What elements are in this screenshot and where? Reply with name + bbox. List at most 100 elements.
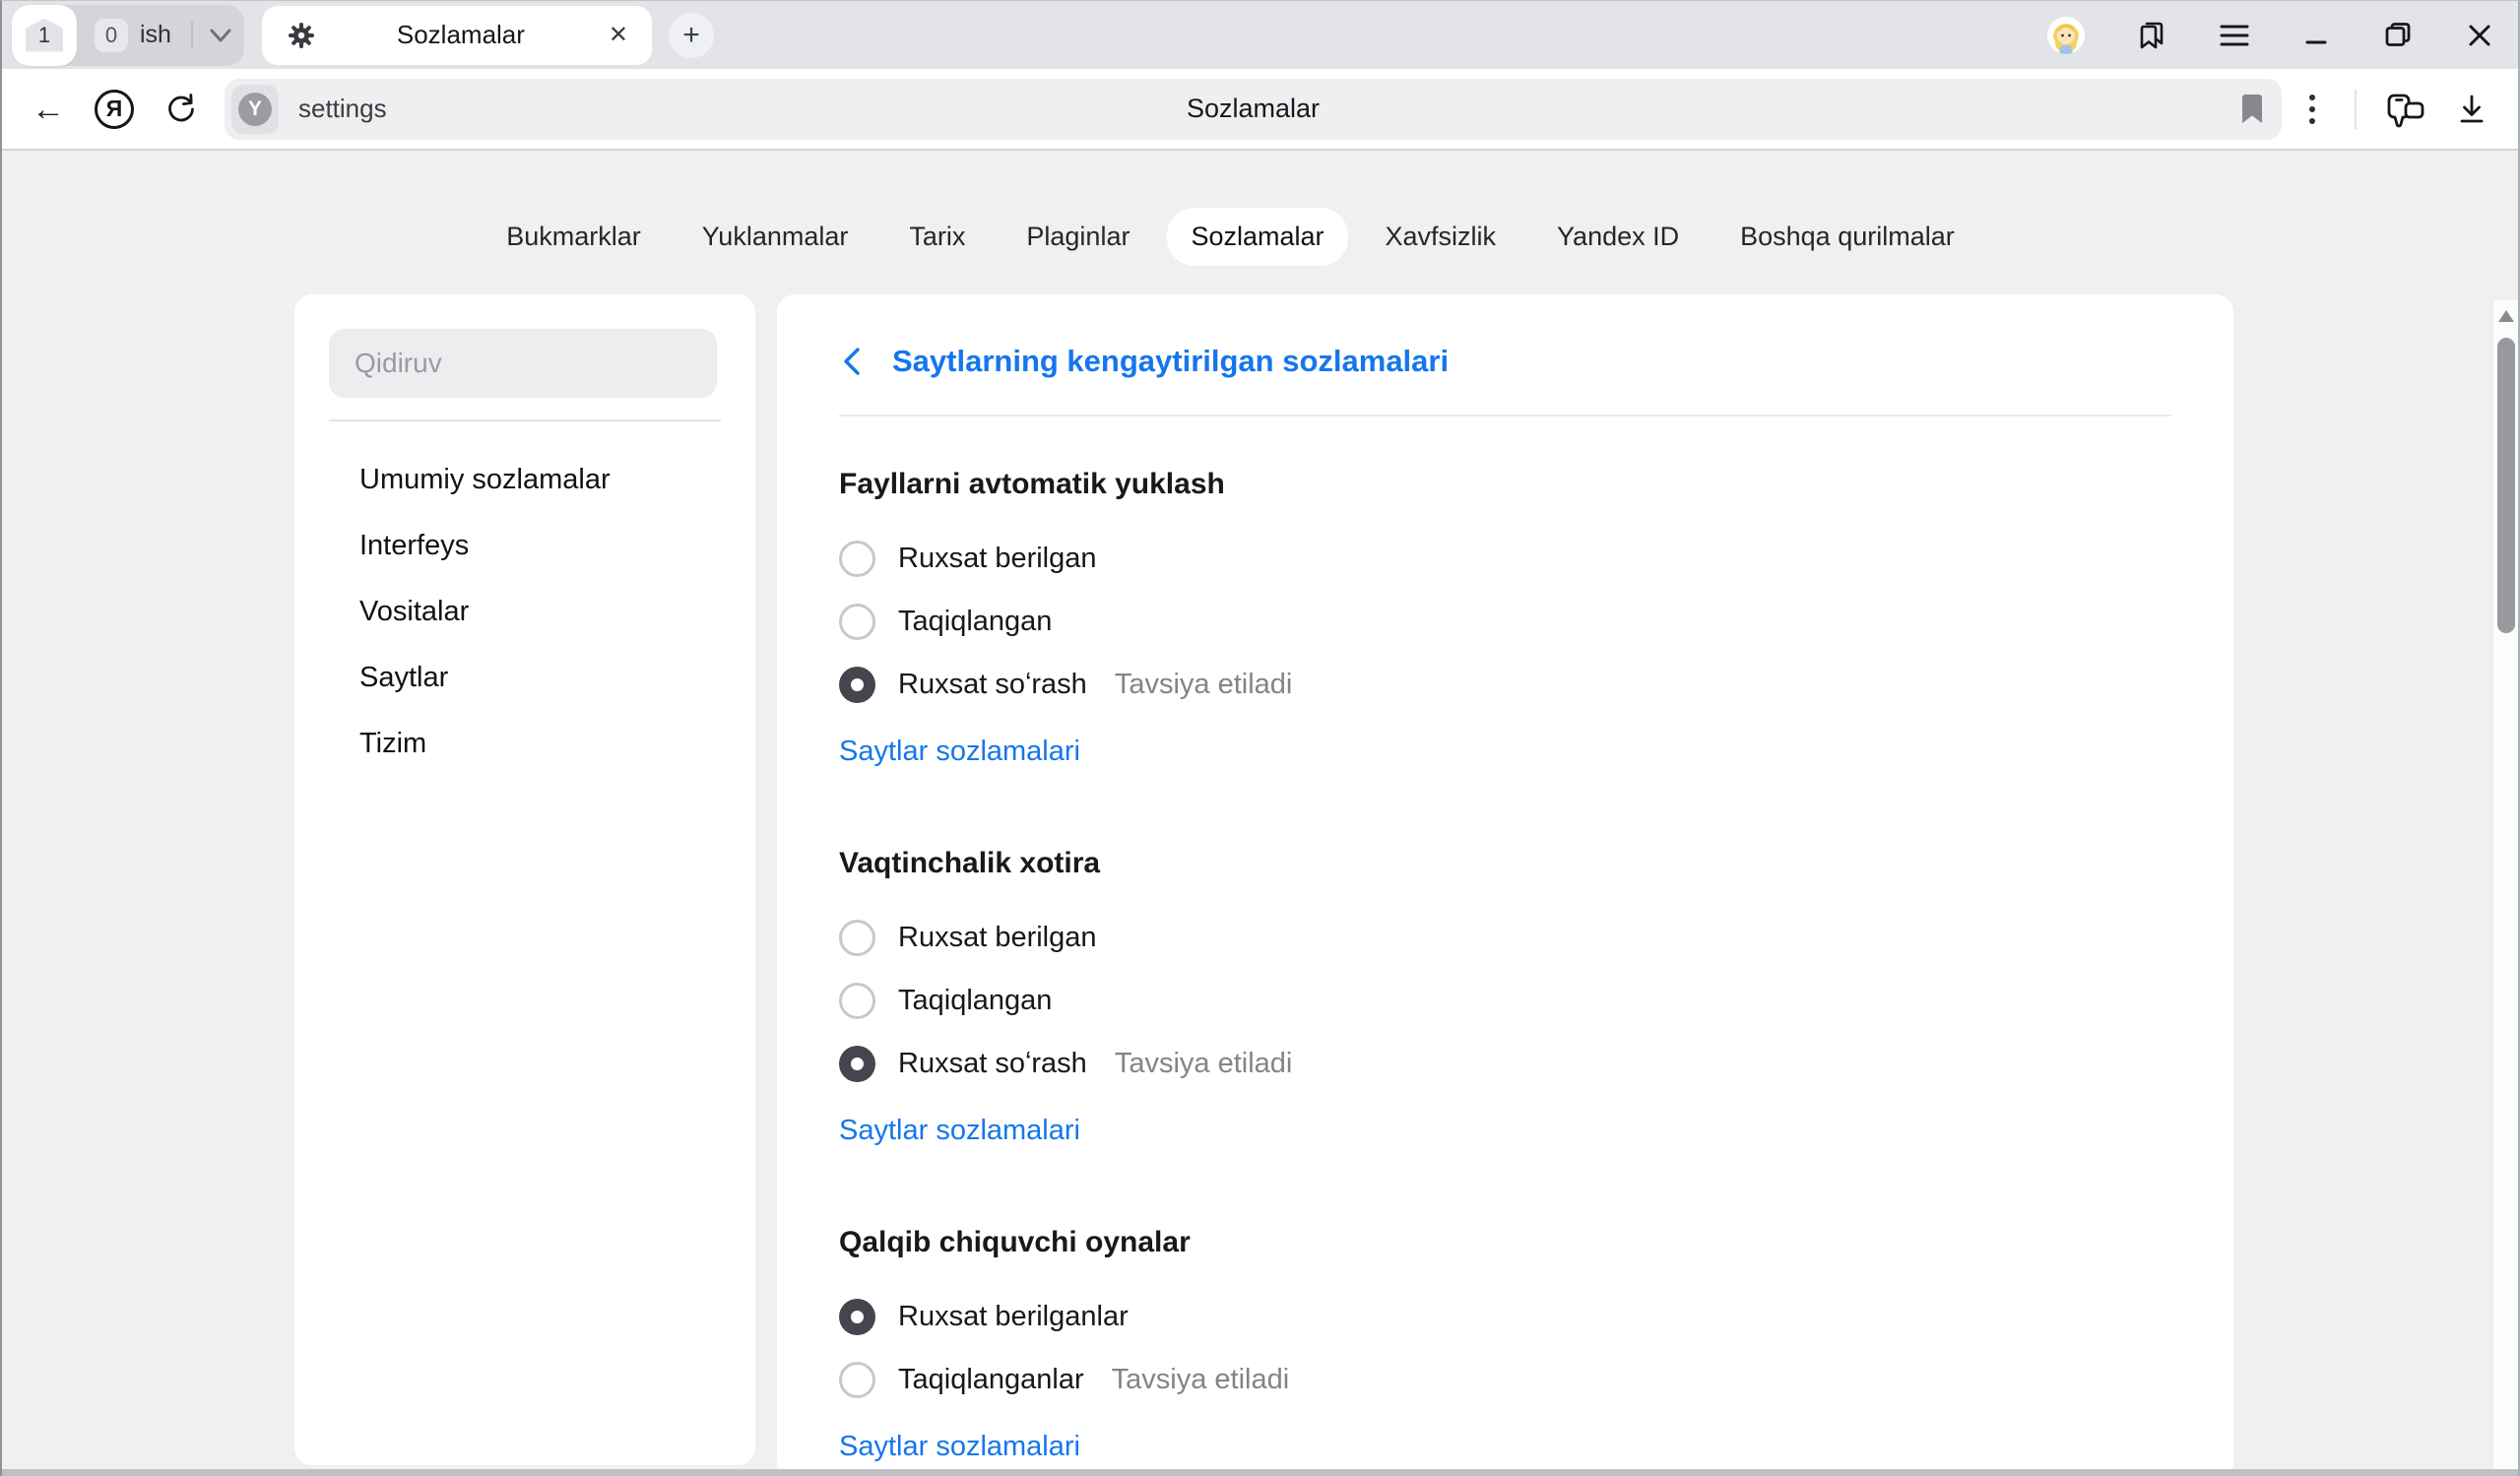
radio-option[interactable]: Ruxsat soʻrash Tavsiya etiladi (839, 1032, 2171, 1095)
browser-tab-settings[interactable]: Sozlamalar ✕ (262, 6, 652, 65)
tab-group-divider (191, 22, 193, 49)
radio-icon[interactable] (839, 541, 875, 577)
close-tab-icon[interactable]: ✕ (607, 21, 630, 49)
sidebar-divider (329, 419, 721, 421)
settings-nav-tab[interactable]: Yuklanmalar (678, 208, 872, 266)
radio-option[interactable]: Taqiqlanganlar Tavsiya etiladi (839, 1348, 2171, 1411)
site-favicon-chip: Y (231, 85, 279, 134)
minimize-icon[interactable] (2301, 21, 2331, 50)
scrollbar[interactable] (2492, 300, 2518, 1476)
settings-nav-tab[interactable]: Plaginlar (1002, 208, 1153, 266)
settings-nav-tab[interactable]: Tarix (885, 208, 989, 266)
radio-label: Ruxsat berilgan (898, 543, 1097, 575)
recommended-note: Tavsiya etiladi (1115, 1048, 1293, 1080)
tab-group-other-count-badge: 0 (95, 19, 128, 52)
downloads-icon[interactable] (2455, 93, 2488, 126)
radio-label: Ruxsat berilganlar (898, 1301, 1129, 1333)
radio-icon[interactable] (839, 604, 875, 640)
radio-icon[interactable] (839, 920, 875, 956)
sidebar-item[interactable]: Vositalar (329, 579, 721, 645)
window-bottom-edge (2, 1469, 2518, 1476)
site-settings-link[interactable]: Saytlar sozlamalari (839, 1431, 1080, 1463)
site-settings-link[interactable]: Saytlar sozlamalari (839, 736, 1080, 768)
header-divider (839, 415, 2171, 417)
bookmarks-icon[interactable] (2136, 20, 2167, 51)
tab-group-other[interactable]: 0 ish (95, 19, 232, 52)
more-options-icon[interactable] (2299, 89, 2325, 130)
bookmark-page-icon[interactable] (2240, 95, 2264, 124)
sidebar-item[interactable]: Saytlar (329, 645, 721, 711)
radio-label: Taqiqlanganlar (898, 1364, 1084, 1396)
radio-option[interactable]: Ruxsat soʻrash Tavsiya etiladi (839, 653, 2171, 716)
settings-nav-tab[interactable]: Xavfsizlik (1362, 208, 1520, 266)
tab-group-other-label: ish (140, 21, 171, 49)
address-page-title: Sozlamalar (225, 94, 2282, 124)
recommended-note: Tavsiya etiladi (1115, 669, 1293, 701)
radio-icon[interactable] (839, 1046, 875, 1082)
site-favicon-icon: Y (238, 93, 272, 126)
settings-main-panel: Saytlarning kengaytirilgan sozlamalari F… (777, 294, 2233, 1476)
back-chevron-icon[interactable] (839, 345, 865, 378)
radio-icon[interactable] (839, 667, 875, 703)
radio-icon[interactable] (839, 1362, 875, 1398)
radio-option[interactable]: Taqiqlangan (839, 969, 2171, 1032)
radio-option[interactable]: Ruxsat berilganlar (839, 1285, 2171, 1348)
tab-groups: 1 0 ish (12, 5, 244, 66)
settings-nav-tab[interactable]: Yandex ID (1533, 208, 1703, 266)
close-window-icon[interactable] (2465, 21, 2494, 50)
menu-icon[interactable] (2219, 23, 2250, 48)
tab-strip: 1 0 ish Sozlamalar ✕ (2, 1, 2518, 69)
user-avatar[interactable] (2047, 17, 2085, 54)
scrollbar-thumb[interactable] (2497, 338, 2515, 633)
settings-nav-tab[interactable]: Bukmarklar (483, 208, 665, 266)
settings-section: Fayllarni avtomatik yuklash Ruxsat beril… (839, 468, 2171, 768)
sidebar-menu: Umumiy sozlamalarInterfeysVositalarSaytl… (329, 447, 721, 777)
section-heading: Vaqtinchalik xotira (839, 847, 2171, 880)
tab-group-active[interactable]: 1 (12, 5, 77, 66)
toolbar-right-controls (2299, 89, 2488, 130)
browser-toolbar: ← Я Y settings Sozlamalar (2, 69, 2518, 151)
back-icon[interactable]: ← (32, 93, 65, 126)
radio-icon[interactable] (839, 1299, 875, 1335)
radio-group: Ruxsat berilganlar Taqiqlanganlar Tavsiy… (839, 1285, 2171, 1411)
radio-label: Taqiqlangan (898, 985, 1052, 1017)
restore-window-icon[interactable] (2382, 20, 2414, 51)
radio-label: Ruxsat berilgan (898, 922, 1097, 954)
radio-option[interactable]: Ruxsat berilgan (839, 527, 2171, 590)
refresh-icon[interactable] (163, 92, 199, 127)
settings-nav-tab[interactable]: Sozlamalar (1167, 208, 1347, 266)
address-url-text: settings (298, 94, 387, 124)
tab-strip-right-controls (2047, 17, 2494, 54)
chevron-down-icon[interactable] (209, 28, 232, 43)
subpage-header[interactable]: Saytlarning kengaytirilgan sozlamalari (839, 344, 2171, 379)
sidebar-item[interactable]: Interfeys (329, 513, 721, 579)
tab-group-badge-icon: 1 (26, 19, 63, 52)
settings-section: Qalqib chiquvchi oynalar Ruxsat berilgan… (839, 1226, 2171, 1463)
settings-nav-tab[interactable]: Boshqa qurilmalar (1716, 208, 1978, 266)
address-bar[interactable]: Y settings Sozlamalar (225, 79, 2282, 140)
radio-label: Ruxsat soʻrash (898, 1048, 1087, 1080)
sidebar-item[interactable]: Tizim (329, 711, 721, 777)
tab-group-other-count: 0 (105, 23, 117, 48)
subpage-title: Saytlarning kengaytirilgan sozlamalari (892, 344, 1449, 379)
radio-label: Ruxsat soʻrash (898, 669, 1087, 701)
site-settings-link[interactable]: Saytlar sozlamalari (839, 1115, 1080, 1147)
side-panels-icon[interactable] (2386, 91, 2425, 128)
sidebar-item[interactable]: Umumiy sozlamalar (329, 447, 721, 513)
gear-icon (288, 22, 315, 49)
tab-group-count: 1 (38, 23, 50, 48)
settings-sections: Fayllarni avtomatik yuklash Ruxsat beril… (839, 468, 2171, 1463)
radio-label: Taqiqlangan (898, 606, 1052, 638)
search-input[interactable] (329, 329, 717, 398)
section-heading: Fayllarni avtomatik yuklash (839, 468, 2171, 501)
yandex-logo-icon[interactable]: Я (95, 90, 134, 129)
tab-title: Sozlamalar (315, 20, 607, 50)
settings-section: Vaqtinchalik xotira Ruxsat berilgan Taqi… (839, 847, 2171, 1147)
radio-icon[interactable] (839, 983, 875, 1019)
radio-option[interactable]: Ruxsat berilgan (839, 906, 2171, 969)
new-tab-button[interactable]: + (669, 13, 714, 58)
radio-group: Ruxsat berilgan Taqiqlangan Ruxsat soʻra… (839, 906, 2171, 1095)
settings-sidebar: Umumiy sozlamalarInterfeysVositalarSaytl… (294, 294, 755, 1465)
radio-option[interactable]: Taqiqlangan (839, 590, 2171, 653)
scroll-up-icon[interactable] (2498, 310, 2514, 322)
